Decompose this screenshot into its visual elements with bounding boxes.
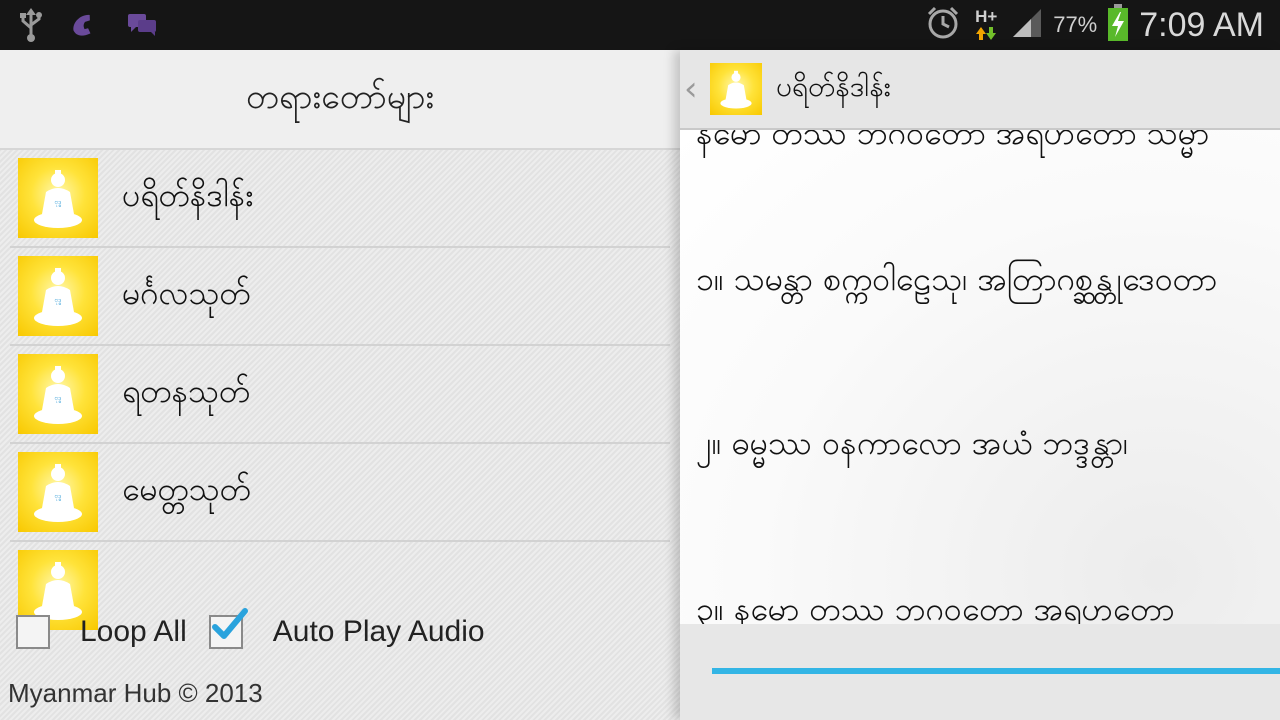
network-type: H+ [975,7,998,26]
svg-text:ဗုဒ္ဓ: ဗုဒ္ဓ [55,395,62,403]
buddha-icon: ဗုဒ္ဓ [18,158,98,238]
audio-player [680,624,1280,720]
svg-text:ဗုဒ္ဓ: ဗုဒ္ဓ [55,297,62,305]
verse-line: နမော တဿ ဘဂဝတော အရဟတော သမ္မာ [696,130,1210,152]
usb-icon [18,8,44,46]
menu-panel: တရားတော်များ ဗုဒ္ဓ ပရိတ်နိဒါန်း ဗုဒ္ဓ မင… [0,50,680,720]
playback-options: Loop All Auto Play Audio [16,608,507,654]
detail-header[interactable]: ‹ ပရိတ်နိဒါန်း [680,50,1280,130]
detail-panel: ‹ ပရိတ်နိဒါန်း နမော တဿ ဘဂဝတော အရဟတော သမ္… [680,50,1280,720]
verse-line: ၃။ နမော တဿ ဘဂဝတော အရဟတော [696,590,1175,624]
auto-play-label[interactable]: Auto Play Audio [273,615,485,649]
auto-play-checkbox[interactable] [208,608,248,649]
audio-progress-bar[interactable] [712,668,1280,674]
notification-icons [18,8,158,46]
copyright-footer: Myanmar Hub © 2013 [8,678,263,708]
checkmark-icon [211,608,248,639]
chant-text[interactable]: နမော တဿ ဘဂဝတော အရဟတော သမ္မာ ၁။ သမန္တာ စက… [680,130,1280,624]
phone-icon [70,10,100,44]
network-arrows-icon: H+ [971,7,1001,41]
list-item-label: ရတနသုတ် [122,372,251,410]
list-item-label: မေတ္တသုတ် [122,470,251,508]
list-item[interactable]: ဗုဒ္ဓ မင်္ဂလသုတ် [10,248,670,346]
buddha-icon: ဗုဒ္ဓ [18,452,98,532]
svg-text:ဗုဒ္ဓ: ဗုဒ္ဓ [55,493,62,501]
list-item-label: မင်္ဂလသုတ် [122,274,251,312]
svg-text:ဗုဒ္ဓ: ဗုဒ္ဓ [55,199,62,207]
verse-line: ၁။ သမန္တာ စက္ကဝါဠေသု၊ အတြာဂစ္ဆန္တုဒေဝတာ [696,260,1218,298]
clock: 7:09 AM [1139,5,1264,44]
system-icons: H+ 77% 7:09 AM [925,0,1264,50]
list-item[interactable]: ဗုဒ္ဓ ရတနသုတ် [10,346,670,444]
battery-charging-icon [1107,4,1129,46]
status-bar: H+ 77% 7:09 AM [0,0,1280,50]
list-item-label: ပရိတ်နိဒါန်း [122,176,254,214]
chant-list[interactable]: ဗုဒ္ဓ ပရိတ်နိဒါန်း ဗုဒ္ဓ မင်္ဂလသုတ် ဗုဒ္… [10,150,670,632]
loop-all-label[interactable]: Loop All [80,615,187,649]
back-chevron-icon[interactable]: ‹ [684,69,706,109]
buddha-icon [710,63,762,115]
chat-icon [126,11,158,43]
menu-title: တရားတော်များ [245,76,435,117]
menu-header: တရားတော်များ [0,50,680,150]
list-item[interactable]: ဗုဒ္ဓ မေတ္တသုတ် [10,444,670,542]
detail-title: ပရိတ်နိဒါန်း [776,70,891,103]
alarm-icon [925,5,961,45]
buddha-icon: ဗုဒ္ဓ [18,256,98,336]
signal-icon [1011,7,1043,43]
audio-progress-fill [712,668,1280,674]
loop-all-checkbox[interactable] [16,615,50,649]
verse-line: ၂။ ဓမ္မဿ ဝနကာလော အယံ ဘဒ္ဒန္တာ၊ [696,424,1129,462]
list-item[interactable]: ဗုဒ္ဓ ပရိတ်နိဒါန်း [10,150,670,248]
battery-percent: 77% [1053,12,1098,37]
buddha-icon: ဗုဒ္ဓ [18,354,98,434]
